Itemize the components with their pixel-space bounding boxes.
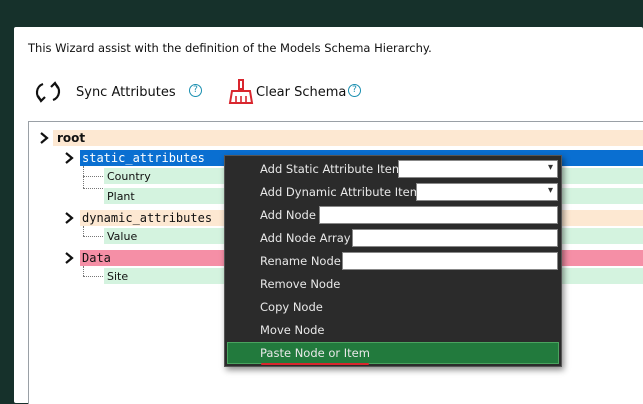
- chevron-right-icon[interactable]: [64, 251, 74, 265]
- rename-node-input[interactable]: [342, 252, 558, 270]
- add-node-input[interactable]: [319, 206, 558, 224]
- context-menu: Add Static Attribute Item Add Dynamic At…: [224, 155, 562, 367]
- menu-item-label: Copy Node: [260, 300, 323, 314]
- menu-item-add-dynamic-attribute[interactable]: Add Dynamic Attribute Item: [227, 181, 559, 203]
- hover-underline: [261, 363, 369, 365]
- tree-connector: [83, 188, 103, 189]
- clear-schema-button[interactable]: Clear Schema: [227, 79, 346, 105]
- country-label: Country: [107, 169, 151, 183]
- menu-item-label: Add Node Array: [260, 231, 351, 245]
- tree-connector: [83, 276, 103, 277]
- menu-item-add-static-attribute[interactable]: Add Static Attribute Item: [227, 158, 559, 180]
- intro-text: This Wizard assist with the definition o…: [28, 41, 432, 55]
- dynamic-attributes-label: dynamic_attributes: [82, 211, 213, 225]
- root-label: root: [57, 131, 86, 145]
- clear-schema-label: Clear Schema: [256, 84, 347, 100]
- sync-attributes-label: Sync Attributes: [76, 84, 176, 100]
- menu-item-rename-node[interactable]: Rename Node: [227, 250, 559, 272]
- tree-node-root[interactable]: root: [57, 130, 85, 146]
- tree-leaf-value[interactable]: Value: [107, 228, 137, 244]
- menu-item-copy-node[interactable]: Copy Node: [227, 296, 559, 318]
- plant-label: Plant: [107, 189, 135, 203]
- tree-leaf-plant[interactable]: Plant: [107, 188, 135, 204]
- tree-connector: [83, 236, 103, 237]
- menu-item-label: Remove Node: [260, 277, 341, 291]
- sync-attributes-button[interactable]: Sync Attributes: [34, 79, 176, 105]
- add-node-array-input[interactable]: [352, 229, 558, 247]
- static-attribute-select[interactable]: [398, 160, 558, 178]
- menu-item-label: Add Node: [260, 208, 316, 222]
- sync-help-icon[interactable]: ?: [189, 84, 202, 97]
- tree-connector: [83, 166, 84, 188]
- tree-leaf-site[interactable]: Site: [107, 268, 128, 284]
- menu-item-label: Rename Node: [260, 254, 341, 268]
- menu-item-label: Add Static Attribute Item: [260, 162, 404, 176]
- data-label: Data: [82, 251, 111, 265]
- tree-node-data[interactable]: Data: [82, 250, 111, 266]
- value-label: Value: [107, 229, 138, 243]
- static-attributes-label: static_attributes: [82, 151, 205, 165]
- tree-connector: [83, 176, 103, 177]
- menu-item-add-node-array[interactable]: Add Node Array: [227, 227, 559, 249]
- tree-node-static-attributes[interactable]: static_attributes: [82, 150, 205, 166]
- broom-icon: [228, 79, 254, 104]
- tree-connector: [83, 226, 84, 236]
- menu-item-label: Add Dynamic Attribute Item: [260, 185, 421, 199]
- tree-node-dynamic-attributes[interactable]: dynamic_attributes: [82, 210, 212, 226]
- chevron-right-icon[interactable]: [39, 131, 49, 145]
- site-label: Site: [107, 269, 129, 283]
- chevron-right-icon[interactable]: [64, 151, 74, 165]
- menu-item-paste-node[interactable]: Paste Node or Item: [227, 342, 559, 365]
- root-row-bg: [53, 130, 643, 146]
- menu-item-label: Move Node: [260, 323, 325, 337]
- menu-item-move-node[interactable]: Move Node: [227, 319, 559, 341]
- menu-item-remove-node[interactable]: Remove Node: [227, 273, 559, 295]
- clear-help-icon[interactable]: ?: [348, 84, 361, 97]
- chevron-right-icon[interactable]: [64, 211, 74, 225]
- menu-item-add-node[interactable]: Add Node: [227, 204, 559, 226]
- sync-icon: [35, 81, 61, 103]
- tree-connector: [83, 266, 84, 276]
- menu-item-label: Paste Node or Item: [260, 346, 370, 360]
- tree-leaf-country[interactable]: Country: [107, 168, 151, 184]
- dynamic-attribute-select[interactable]: [416, 183, 558, 201]
